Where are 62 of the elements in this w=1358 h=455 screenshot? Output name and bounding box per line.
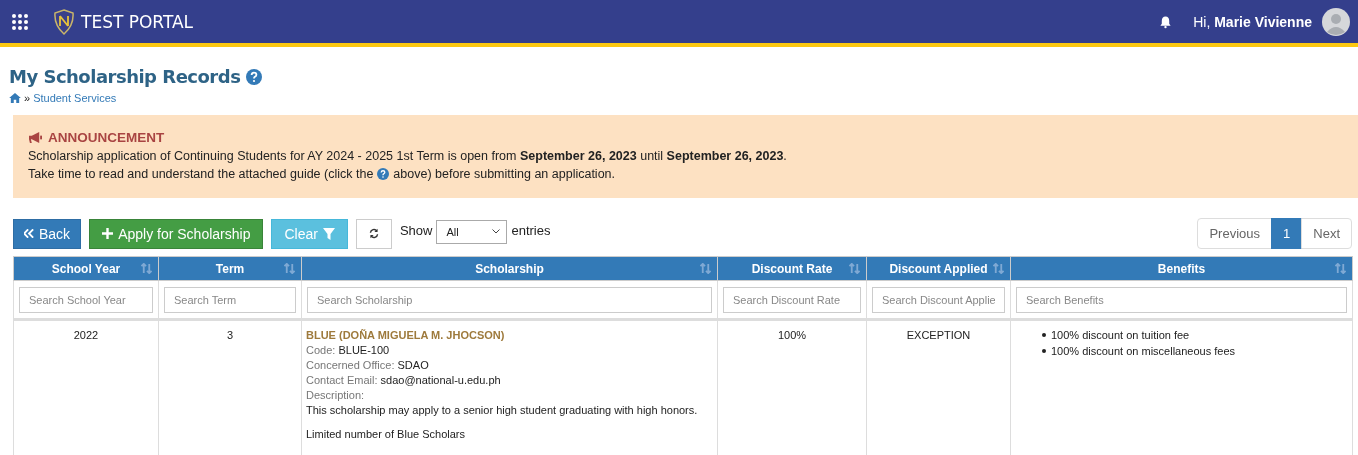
back-button[interactable]: Back	[13, 218, 82, 249]
column-search-field[interactable]: Search Scholarship	[307, 286, 712, 313]
filter-icon	[322, 227, 335, 240]
pagination-button[interactable]: Next	[1301, 218, 1352, 249]
column-header[interactable]: Discount Applied	[866, 256, 1011, 281]
help-icon	[377, 168, 390, 180]
sort-icon	[700, 263, 711, 274]
apply-button[interactable]: Apply for Scholarship	[89, 218, 264, 249]
description-text: This scholarship may apply to a senior high student graduating with high honors.	[306, 404, 699, 416]
sort-icon	[1335, 263, 1346, 274]
field-label: Concerned Office:	[306, 359, 395, 371]
column-search-field[interactable]: Search Discount Applie	[872, 286, 1005, 313]
entries-label: entries	[511, 223, 551, 238]
field-value: sdao@national-u.edu.ph	[380, 374, 501, 386]
refresh-button[interactable]	[355, 218, 392, 249]
breadcrumb-link[interactable]: Student Services	[33, 92, 117, 104]
column-search-field[interactable]: Search Discount Rate	[723, 286, 861, 313]
sort-icon	[141, 263, 152, 274]
field-label: Contact Email:	[306, 374, 378, 386]
breadcrumb-separator: »	[24, 92, 31, 104]
table-cell: 2022	[13, 319, 159, 455]
column-header[interactable]: Benefits	[1010, 256, 1353, 281]
megaphone-icon	[28, 131, 43, 144]
announcement-text: Take time to read and understand the attached guide (click the	[28, 166, 374, 183]
caret-icon	[492, 229, 501, 234]
column-header[interactable]: Term	[158, 256, 302, 281]
column-search-field[interactable]: Search School Year	[19, 286, 153, 313]
double-chevron-left-icon	[24, 229, 34, 238]
sort-icon	[284, 263, 295, 274]
column-header[interactable]: Discount Rate	[717, 256, 867, 281]
user-greeting: Hi, Marie Vivienne	[1193, 13, 1312, 30]
sort-icon	[849, 263, 860, 274]
apps-menu-icon[interactable]	[12, 13, 28, 30]
field-label: Code:	[306, 344, 336, 356]
notification-bell-icon[interactable]	[1159, 14, 1173, 29]
home-icon[interactable]	[9, 93, 21, 103]
benefit-item: 100% discount on tuition fee	[1051, 329, 1190, 341]
shield-logo-icon	[53, 8, 75, 35]
scholarship-name: BLUE (DOÑA MIGUELA M. JHOCSON)	[306, 329, 506, 341]
entries-select[interactable]: All	[436, 219, 508, 244]
description-text: Limited number of Blue Scholars	[306, 428, 466, 440]
announcement-title: ANNOUNCEMENT	[48, 130, 165, 145]
pagination-button[interactable]: 1	[1271, 218, 1303, 249]
announcement-text: above) before submitting an application.	[393, 166, 616, 183]
field-value: BLUE-100	[338, 344, 390, 356]
refresh-icon	[368, 227, 379, 240]
column-search-field[interactable]: Search Term	[164, 286, 296, 313]
column-header[interactable]: Scholarship	[301, 256, 718, 281]
page-title: My Scholarship Records	[9, 66, 241, 87]
announcement-text: Scholarship application of Continuing Students for AY 2024 - 2025 1st Term is open from September 26, 2023 until September 26, 2023.	[28, 148, 788, 165]
column-search-field[interactable]: Search Benefits	[1016, 286, 1347, 313]
sort-icon	[993, 263, 1004, 274]
column-header[interactable]: School Year	[13, 256, 159, 281]
field-value: SDAO	[397, 359, 429, 371]
field-label: Description:	[306, 389, 366, 401]
avatar-icon[interactable]	[1322, 7, 1350, 36]
help-icon[interactable]	[246, 68, 263, 85]
benefit-item: 100% discount on miscellaneous fees	[1051, 345, 1236, 357]
pagination-button[interactable]: Previous	[1197, 218, 1273, 249]
plus-icon	[102, 228, 114, 239]
portal-title: TEST PORTAL	[81, 11, 194, 32]
show-label: Show	[399, 223, 433, 238]
